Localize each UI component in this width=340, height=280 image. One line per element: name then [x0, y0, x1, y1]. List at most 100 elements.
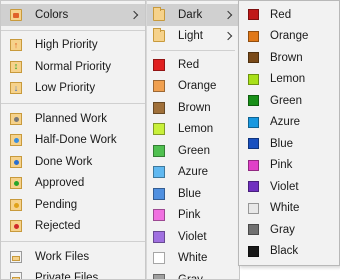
menu-item-dark-gray[interactable]: Gray	[239, 219, 339, 241]
menu-item-label: Gray	[178, 273, 203, 280]
white-swatch-icon	[153, 252, 165, 265]
menu-item-dark-pink[interactable]: Pink	[239, 155, 339, 177]
half-done-work-icon	[10, 134, 22, 147]
pending-icon	[10, 198, 22, 211]
menu-item-label: Approved	[35, 177, 85, 190]
menu-item-red[interactable]: Red	[147, 54, 239, 76]
menu-item-normal-priority[interactable]: ↕ Normal Priority	[1, 56, 145, 78]
gray-swatch-icon	[153, 273, 165, 279]
rejected-icon	[10, 220, 22, 233]
done-work-icon	[10, 155, 22, 168]
menu-item-dark-brown[interactable]: Brown	[239, 47, 339, 69]
menu-item-low-priority[interactable]: ↓ Low Priority	[1, 78, 145, 100]
menu-item-pending[interactable]: Pending	[1, 194, 145, 216]
menu-item-label: Normal Priority	[35, 60, 112, 73]
menu-item-colors[interactable]: Colors	[1, 4, 145, 26]
menu-item-dark-green[interactable]: Green	[239, 90, 339, 112]
menu-item-pink[interactable]: Pink	[147, 205, 239, 227]
menu-item-planned-work[interactable]: Planned Work	[1, 108, 145, 130]
menu-item-high-priority[interactable]: ↑ High Priority	[1, 35, 145, 57]
menu-item-dark-blue[interactable]: Blue	[239, 133, 339, 155]
menu-item-blue[interactable]: Blue	[147, 183, 239, 205]
menu-item-label: High Priority	[35, 39, 98, 52]
menu-item-label: Colors	[35, 8, 69, 21]
menu-item-label: Work Files	[35, 250, 90, 263]
menu-item-label: Azure	[270, 116, 301, 129]
menu-item-dark-azure[interactable]: Azure	[239, 112, 339, 134]
colors-submenu: Dark Light Red Orange Brown Lemon Green Azure B…	[146, 0, 240, 280]
azure-swatch-icon	[248, 116, 259, 128]
blue-swatch-icon	[248, 138, 259, 150]
menu-separator	[1, 103, 145, 104]
menu-item-label: Brown	[270, 51, 303, 64]
menu-item-work-files[interactable]: Work Files	[1, 246, 145, 268]
menu-item-label: Lemon	[178, 123, 214, 136]
menu-item-dark-orange[interactable]: Orange	[239, 26, 339, 48]
menu-item-azure[interactable]: Azure	[147, 162, 239, 184]
orange-swatch-icon	[248, 30, 259, 42]
menu-item-private-files[interactable]: Private Files	[1, 268, 145, 280]
black-swatch-icon	[248, 245, 259, 257]
brown-swatch-icon	[153, 101, 165, 114]
menu-item-dark[interactable]: Dark	[147, 4, 239, 26]
menu-item-light[interactable]: Light	[147, 26, 239, 48]
menu-item-white[interactable]: White	[147, 248, 239, 270]
menu-item-green[interactable]: Green	[147, 140, 239, 162]
menu-item-dark-violet[interactable]: Violet	[239, 176, 339, 198]
menu-separator	[1, 241, 145, 242]
pink-swatch-icon	[153, 209, 165, 222]
high-priority-icon: ↑	[10, 39, 22, 52]
menu-item-dark-black[interactable]: Black	[239, 241, 339, 263]
menu-item-label: White	[178, 252, 208, 265]
menu-item-violet[interactable]: Violet	[147, 226, 239, 248]
menu-item-label: Rejected	[35, 220, 81, 233]
menu-item-label: White	[270, 202, 300, 215]
menu-item-label: Private Files	[35, 272, 99, 280]
planned-work-icon	[10, 112, 22, 125]
work-files-icon	[10, 250, 22, 263]
green-swatch-icon	[248, 95, 259, 107]
menu-item-label: Gray	[270, 223, 295, 236]
menu-item-label: Pink	[178, 209, 201, 222]
menu-item-label: Green	[178, 144, 210, 157]
menu-item-half-done-work[interactable]: Half-Done Work	[1, 130, 145, 152]
light-folder-icon	[153, 28, 165, 43]
menu-item-gray[interactable]: Gray	[147, 269, 239, 280]
brown-swatch-icon	[248, 52, 259, 64]
lemon-swatch-icon	[153, 123, 165, 136]
dark-folder-icon	[153, 6, 165, 21]
menu-item-label: Azure	[178, 166, 209, 179]
main-context-menu: Colors ↑ High Priority ↕ Normal Priority ↓ Lo…	[0, 0, 146, 280]
menu-item-label: Pending	[35, 198, 78, 211]
menu-item-dark-red[interactable]: Red	[239, 4, 339, 26]
menu-item-dark-lemon[interactable]: Lemon	[239, 69, 339, 91]
normal-priority-icon: ↕	[10, 60, 22, 73]
menu-separator	[1, 29, 145, 31]
azure-swatch-icon	[153, 166, 165, 179]
menu-item-dark-white[interactable]: White	[239, 198, 339, 220]
menu-item-approved[interactable]: Approved	[1, 173, 145, 195]
menu-item-label: Orange	[178, 80, 217, 93]
pink-swatch-icon	[248, 159, 259, 171]
menu-item-label: Pink	[270, 159, 293, 172]
approved-icon	[10, 177, 22, 190]
menu-item-label: Lemon	[270, 73, 306, 86]
menu-item-brown[interactable]: Brown	[147, 97, 239, 119]
lemon-swatch-icon	[248, 73, 259, 85]
menu-item-orange[interactable]: Orange	[147, 76, 239, 98]
menu-item-rejected[interactable]: Rejected	[1, 216, 145, 238]
gray-swatch-icon	[248, 224, 259, 236]
menu-item-done-work[interactable]: Done Work	[1, 151, 145, 173]
white-swatch-icon	[248, 202, 259, 214]
menu-item-label: Violet	[178, 230, 207, 243]
orange-swatch-icon	[153, 80, 165, 93]
low-priority-icon: ↓	[10, 82, 22, 95]
red-swatch-icon	[153, 58, 165, 71]
menu-item-label: Low Priority	[35, 82, 96, 95]
dark-colors-submenu: Red Orange Brown Lemon Green Azure Blue Pink Vio…	[238, 0, 340, 266]
menu-item-label: Violet	[270, 180, 299, 193]
menu-item-lemon[interactable]: Lemon	[147, 119, 239, 141]
menu-item-label: Done Work	[35, 155, 93, 168]
menu-item-label: Black	[270, 245, 299, 258]
menu-item-label: Blue	[178, 187, 202, 200]
